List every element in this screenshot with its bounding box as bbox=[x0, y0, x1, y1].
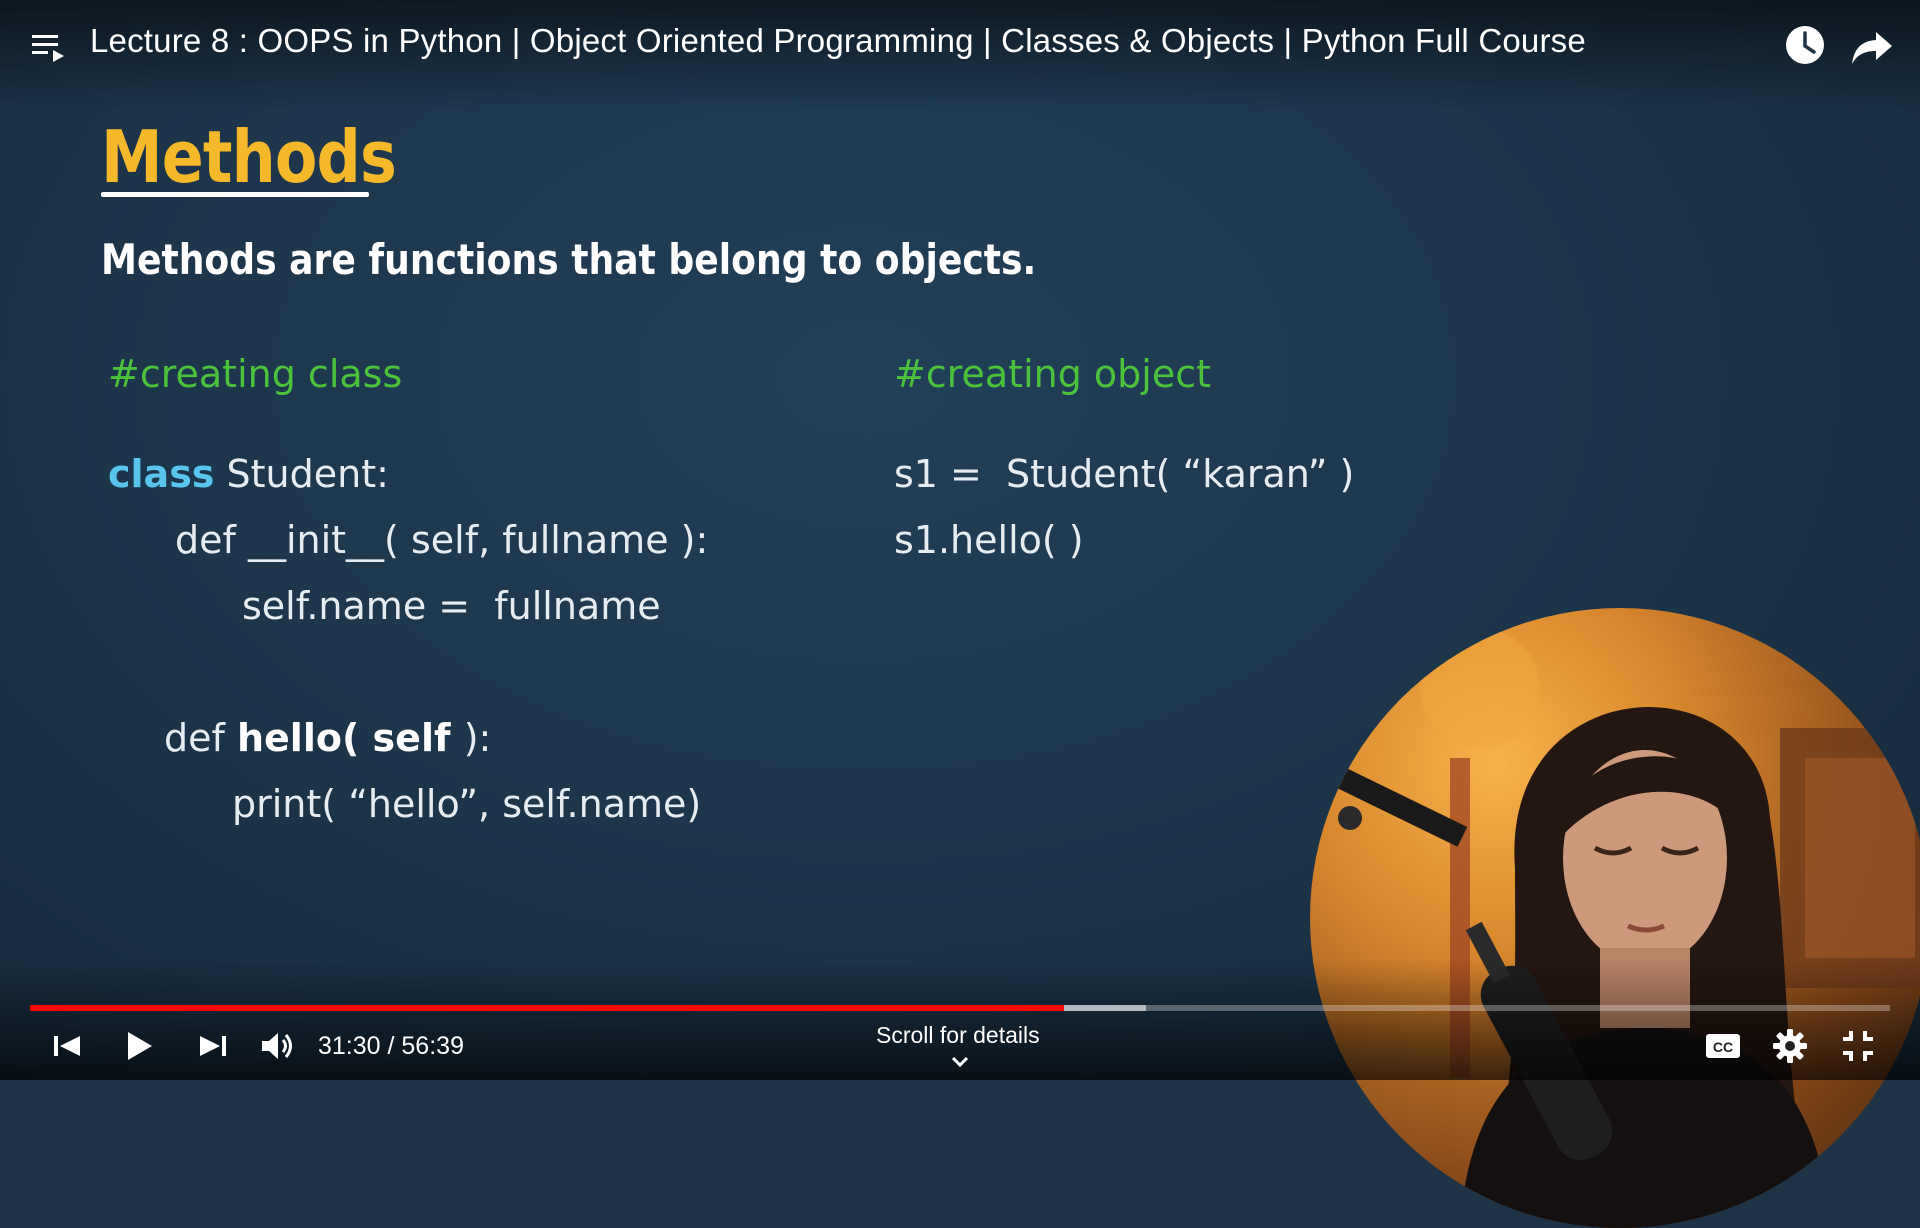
svg-text:CC: CC bbox=[1713, 1039, 1733, 1055]
class-declaration-line: class Student: bbox=[108, 452, 389, 496]
play-icon[interactable] bbox=[118, 1026, 158, 1066]
volume-icon[interactable] bbox=[258, 1026, 298, 1066]
time-separator: / bbox=[380, 1032, 402, 1060]
next-icon[interactable] bbox=[192, 1026, 232, 1066]
video-frame[interactable]: Methods Methods are functions that belon… bbox=[0, 0, 1920, 1228]
slide-heading: Methods bbox=[101, 115, 397, 199]
print-line: print( “hello”, self.name) bbox=[232, 782, 702, 826]
exit-fullscreen-icon[interactable] bbox=[1838, 1026, 1878, 1066]
settings-icon[interactable] bbox=[1770, 1026, 1810, 1066]
video-title[interactable]: Lecture 8 : OOPS in Python | Object Orie… bbox=[90, 22, 1586, 60]
hello-method-end: ): bbox=[463, 716, 492, 760]
watch-later-icon[interactable] bbox=[1784, 24, 1826, 66]
captions-icon[interactable]: CC bbox=[1702, 1026, 1746, 1066]
create-object-line: s1 = Student( “karan” ) bbox=[894, 452, 1355, 496]
class-comment: #creating class bbox=[108, 352, 403, 396]
def-keyword: def bbox=[164, 716, 237, 760]
time-display: 31:30 / 56:39 bbox=[318, 1032, 464, 1061]
hello-method-name: hello( self bbox=[236, 716, 464, 760]
presenter-illustration bbox=[1322, 628, 1920, 1228]
slide-subtitle: Methods are functions that belong to obj… bbox=[101, 235, 1037, 284]
call-method-line: s1.hello( ) bbox=[894, 518, 1084, 562]
hello-method-line: def hello( self ): bbox=[164, 716, 491, 760]
assign-line: self.name = fullname bbox=[242, 584, 661, 628]
previous-icon[interactable] bbox=[48, 1026, 88, 1066]
presenter-webcam bbox=[1310, 608, 1920, 1228]
object-comment: #creating object bbox=[894, 352, 1212, 396]
progress-bar[interactable] bbox=[30, 1005, 1890, 1011]
playlist-icon[interactable] bbox=[32, 30, 68, 66]
progress-played bbox=[30, 1005, 1065, 1011]
total-duration: 56:39 bbox=[401, 1032, 464, 1060]
init-method-line: def __init__( self, fullname ): bbox=[175, 518, 709, 562]
chevron-down-icon[interactable] bbox=[948, 1054, 972, 1070]
class-name: Student: bbox=[214, 452, 389, 496]
share-icon[interactable] bbox=[1850, 24, 1894, 68]
scroll-for-details[interactable]: Scroll for details bbox=[876, 1022, 1040, 1049]
current-time: 31:30 bbox=[318, 1032, 381, 1060]
class-keyword: class bbox=[108, 452, 215, 496]
heading-underline bbox=[101, 192, 369, 197]
